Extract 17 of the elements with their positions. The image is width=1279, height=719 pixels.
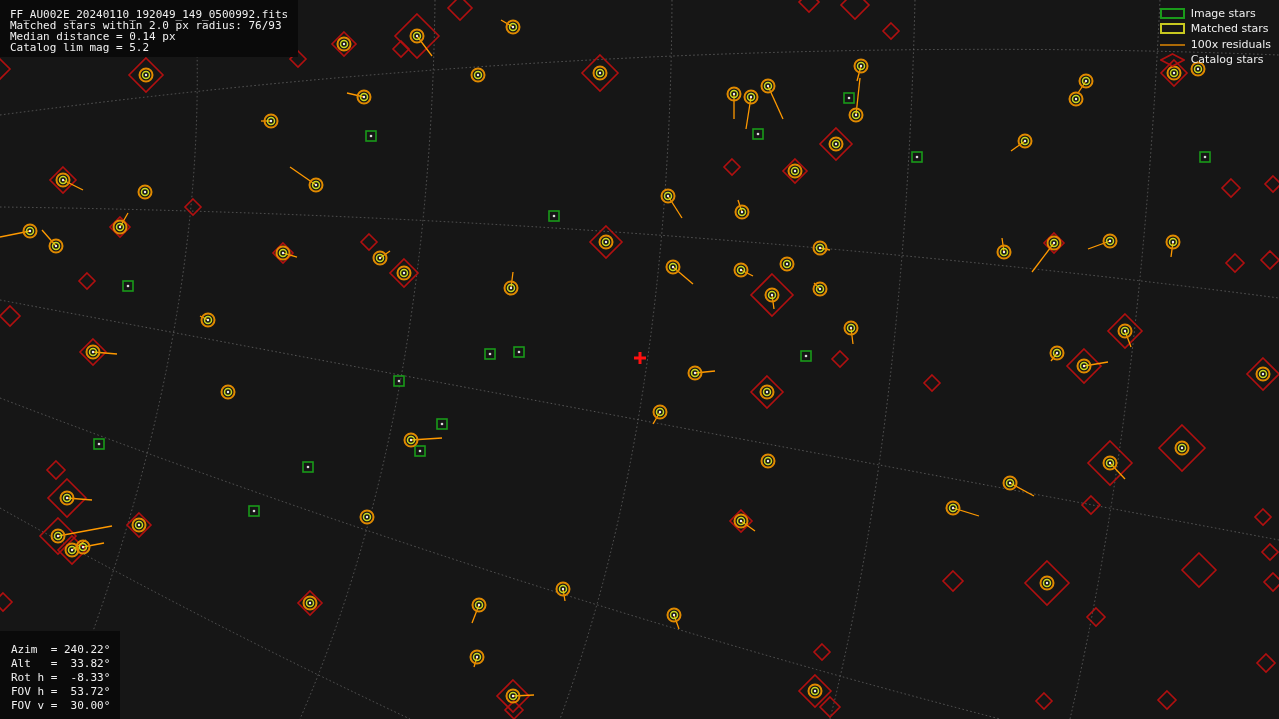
info-text: Rot h = -8.33°: [11, 671, 111, 685]
info-text: FOV h = 53.72°: [11, 685, 111, 699]
info-text: Matched stars within 2.0 px radius: 76/93: [10, 20, 282, 31]
info-text: FOV v = 30.00°: [11, 699, 111, 713]
info-text: Catalog lim mag = 5.2: [10, 42, 150, 53]
legend-label: Image stars: [1190, 5, 1256, 22]
legend-label: 100x residuals: [1190, 36, 1271, 53]
info-text: Azim = 240.22°: [11, 643, 111, 657]
info-text: Alt = 33.82°: [11, 657, 111, 671]
info-text: Median distance = 0.14 px: [10, 31, 176, 42]
rectangle-icon: [1159, 6, 1185, 21]
legend-label: Catalog stars: [1190, 52, 1264, 68]
info-text: FF_AU002E_20240110_192049_149_0500992.fits: [10, 9, 289, 20]
diamond-icon: [1159, 53, 1185, 68]
line-icon: [1159, 43, 1185, 46]
rectangle-icon: [1159, 22, 1185, 37]
legend-label: Matched stars: [1190, 21, 1269, 37]
